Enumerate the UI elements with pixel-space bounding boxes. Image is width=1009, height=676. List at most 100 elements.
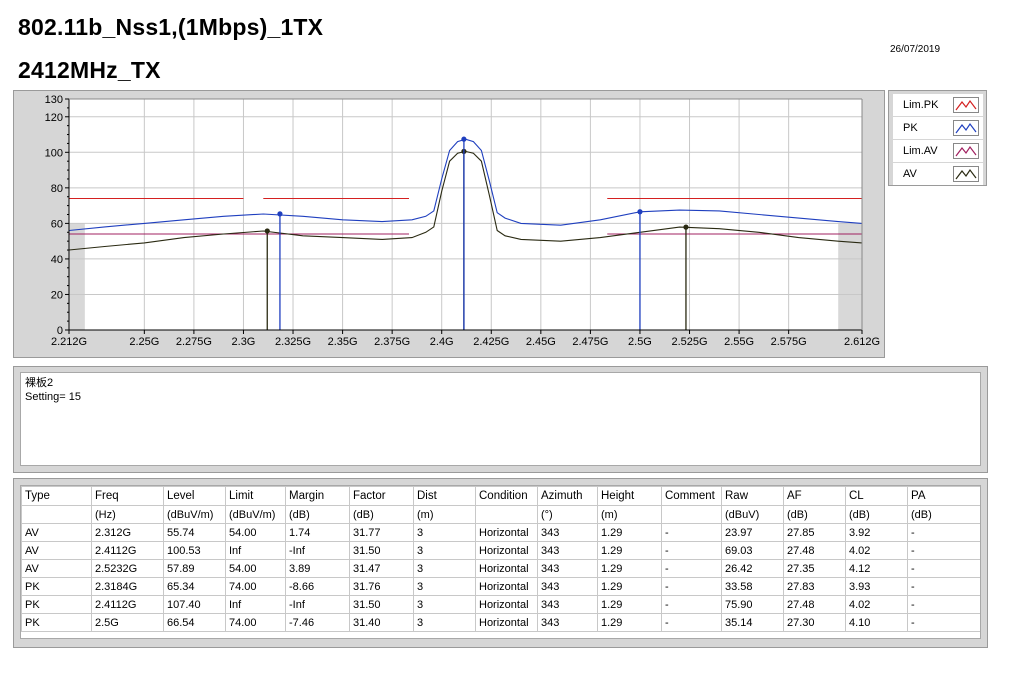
table-cell: 343 (537, 595, 598, 614)
column-header-limit[interactable]: Limit (225, 486, 286, 506)
unit-cell (21, 505, 92, 524)
table-cell: AV (21, 559, 92, 578)
column-header-margin[interactable]: Margin (285, 486, 350, 506)
column-header-azimuth[interactable]: Azimuth (537, 486, 598, 506)
table-cell: - (661, 613, 722, 632)
x-tick-label: 2.4G (430, 336, 454, 348)
plot-area (69, 99, 862, 330)
table-cell: - (661, 595, 722, 614)
x-tick-label: 2.25G (129, 336, 159, 348)
table-cell: 1.29 (597, 613, 662, 632)
table-cell: 54.00 (225, 559, 286, 578)
table-cell: 1.29 (597, 541, 662, 560)
column-header-condition[interactable]: Condition (475, 486, 538, 506)
table-cell: PK (21, 595, 92, 614)
table-cell: Horizontal (475, 577, 538, 596)
x-tick-label: 2.55G (724, 336, 754, 348)
table-cell: 3 (413, 577, 476, 596)
table-row[interactable]: PK 2.4112G 107.40 Inf -Inf 31.50 3 Horizontal 34… (21, 595, 980, 614)
y-tick-label: 100 (45, 147, 63, 159)
unit-cell: (°) (537, 505, 598, 524)
marker-point-pk (277, 211, 283, 217)
spectrum-chart: 0204060801001201302.212G 2.25G 2.275G 2.3G 2… (45, 94, 880, 348)
legend-item-pk[interactable]: PK (893, 117, 983, 139)
table-cell: 3.89 (285, 559, 350, 578)
table-cell: -7.46 (285, 613, 350, 632)
table-cell: -Inf (285, 595, 350, 614)
table-cell: 27.83 (783, 577, 846, 596)
table-cell: Horizontal (475, 523, 538, 542)
column-header-raw[interactable]: Raw (721, 486, 784, 506)
x-tick-label: 2.212G (51, 336, 87, 348)
table-cell: 1.29 (597, 523, 662, 542)
legend-label: PK (903, 122, 918, 134)
legend-swatch-icon (953, 166, 979, 182)
marker-point-pk (637, 209, 643, 215)
legend-item-av[interactable]: AV (893, 163, 983, 185)
page-subtitle: 2412MHz_TX (18, 57, 161, 83)
y-tick-label: 120 (45, 112, 63, 124)
unit-cell: (dBuV) (721, 505, 784, 524)
table-cell: 31.50 (349, 595, 414, 614)
table-cell: 31.77 (349, 523, 414, 542)
table-cell: - (907, 541, 980, 560)
legend-item-lim-pk[interactable]: Lim.PK (893, 94, 983, 116)
unit-cell: (Hz) (91, 505, 164, 524)
table-cell: 27.35 (783, 559, 846, 578)
table-cell: 343 (537, 613, 598, 632)
x-tick-label: 2.45G (526, 336, 556, 348)
y-tick-label: 130 (45, 94, 63, 106)
legend-label: AV (903, 168, 917, 180)
table-cell: 2.3184G (91, 577, 164, 596)
table-cell: 4.02 (845, 541, 908, 560)
column-header-freq[interactable]: Freq (91, 486, 164, 506)
table-cell: 2.4112G (91, 595, 164, 614)
table-row[interactable]: PK 2.3184G 65.34 74.00 -8.66 31.76 3 Horizontal… (21, 577, 980, 596)
table-cell: PK (21, 577, 92, 596)
unit-cell: (dB) (845, 505, 908, 524)
table-cell: 2.312G (91, 523, 164, 542)
column-header-dist[interactable]: Dist (413, 486, 476, 506)
column-header-factor[interactable]: Factor (349, 486, 414, 506)
table-cell: 27.48 (783, 541, 846, 560)
column-header-height[interactable]: Height (597, 486, 662, 506)
column-header-cl[interactable]: CL (845, 486, 908, 506)
unit-cell (475, 505, 538, 524)
column-header-type[interactable]: Type (21, 486, 92, 506)
y-tick-label: 80 (51, 183, 63, 195)
table-cell: - (907, 577, 980, 596)
legend-item-lim-av[interactable]: Lim.AV (893, 140, 983, 162)
legend-label: Lim.AV (903, 145, 938, 157)
column-header-af[interactable]: AF (783, 486, 846, 506)
results-panel: Type Freq Level Limit Margin Factor Dist Condit… (13, 478, 988, 648)
column-header-pa[interactable]: PA (907, 486, 980, 506)
note-panel: 裸板2 Setting= 15 (13, 366, 988, 473)
x-tick-label: 2.275G (176, 336, 212, 348)
table-cell: Inf (225, 595, 286, 614)
table-cell: 3.93 (845, 577, 908, 596)
table-cell: 4.10 (845, 613, 908, 632)
x-tick-label: 2.325G (275, 336, 311, 348)
table-cell: 100.53 (163, 541, 226, 560)
table-cell: 74.00 (225, 577, 286, 596)
table-row[interactable]: AV 2.4112G 100.53 Inf -Inf 31.50 3 Horizontal 34… (21, 541, 980, 560)
x-tick-label: 2.525G (671, 336, 707, 348)
column-header-level[interactable]: Level (163, 486, 226, 506)
table-cell: 343 (537, 577, 598, 596)
table-cell: 27.48 (783, 595, 846, 614)
table-header-row: Type Freq Level Limit Margin Factor Dist Condit… (21, 486, 980, 506)
note-textbox[interactable]: 裸板2 Setting= 15 (20, 372, 981, 466)
table-row[interactable]: AV 2.5232G 57.89 54.00 3.89 31.47 3 Horizontal 3… (21, 559, 980, 578)
table-cell: 31.47 (349, 559, 414, 578)
table-cell: 4.12 (845, 559, 908, 578)
x-tick-label: 2.425G (473, 336, 509, 348)
unit-cell: (dBuV/m) (225, 505, 286, 524)
table-row[interactable]: PK 2.5G 66.54 74.00 -7.46 31.40 3 Horizontal 343… (21, 613, 980, 632)
table-cell: 343 (537, 559, 598, 578)
table-cell: 343 (537, 523, 598, 542)
table-row[interactable]: AV 2.312G 55.74 54.00 1.74 31.77 3 Horizontal 34… (21, 523, 980, 542)
column-header-comment[interactable]: Comment (661, 486, 722, 506)
table-cell: - (661, 559, 722, 578)
table-cell: 4.02 (845, 595, 908, 614)
unit-cell: (m) (413, 505, 476, 524)
